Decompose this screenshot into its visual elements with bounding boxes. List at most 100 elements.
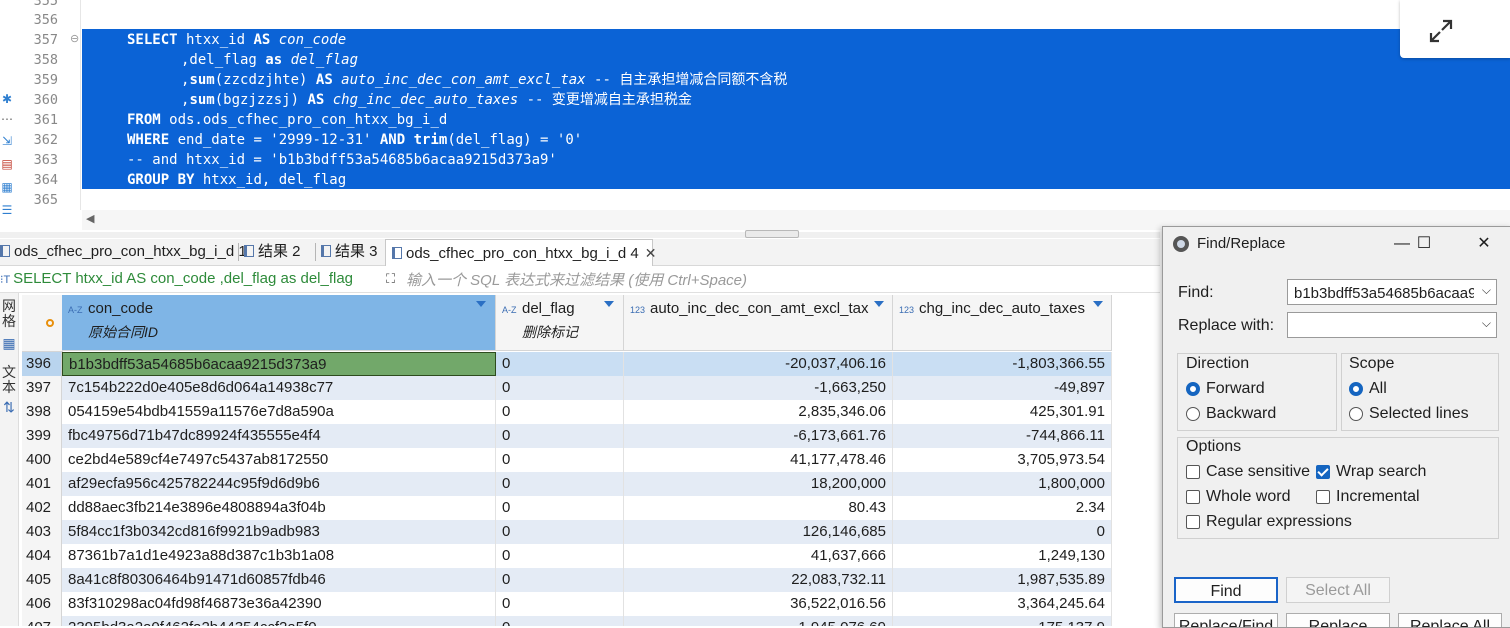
record-icon[interactable]: ⇅	[1, 399, 17, 415]
cell-con-code[interactable]: af29ecfa956c425782244c95f9d6d9b6	[62, 472, 496, 496]
filter-input[interactable]	[404, 268, 1148, 292]
outline-icon[interactable]: ☰	[0, 203, 14, 217]
cell-amount[interactable]: -20,037,406.16	[624, 352, 893, 376]
backward-radio[interactable]	[1186, 407, 1200, 421]
row-number-header[interactable]	[22, 295, 63, 352]
cell-amount[interactable]: 41,637,666	[624, 544, 893, 568]
code-line[interactable]: FROM ods.ods_cfhec_pro_con_htxx_bg_i_d	[127, 110, 447, 130]
column-header-chg-inc-dec-auto-taxes[interactable]: 123 chg_inc_dec_auto_taxes	[893, 295, 1112, 351]
minimize-icon[interactable]: —	[1391, 233, 1413, 255]
row-number[interactable]: 399	[22, 424, 62, 448]
scope-all-radio[interactable]	[1349, 382, 1363, 396]
row-number[interactable]: 397	[22, 376, 62, 400]
find-input[interactable]	[1292, 282, 1476, 304]
table-row[interactable]: 403 5f84cc1f3b0342cd816f9921b9adb983 0 126,…	[22, 520, 1112, 544]
table-row[interactable]: 399 fbc49756d71b47dc89924f435555e4f4 0 -6,1…	[22, 424, 1112, 448]
cell-amount[interactable]: 36,522,016.56	[624, 592, 893, 616]
sort-icon[interactable]	[1093, 301, 1103, 307]
whole-word-label[interactable]: Whole word	[1206, 488, 1290, 506]
scroll-left-icon[interactable]: ◀	[86, 212, 94, 225]
backward-label[interactable]: Backward	[1206, 405, 1276, 423]
dialog-titlebar[interactable]: Find/Replace — ☐ ✕	[1163, 227, 1510, 261]
code-line[interactable]: ,del_flag as del_flag	[181, 50, 358, 70]
table-row[interactable]: 4072395bd3a2a0f462fa2b44354ccf2a5f001,94…	[22, 616, 1112, 626]
sort-icon[interactable]	[874, 301, 884, 307]
settings-icon[interactable]: ✱	[0, 92, 14, 106]
cell-amount[interactable]: 80.43	[624, 496, 893, 520]
cell-taxes[interactable]: -744,866.11	[893, 424, 1112, 448]
maximize-icon[interactable]: ☐	[1413, 233, 1435, 255]
row-number[interactable]: 401	[22, 472, 62, 496]
fold-toggle-icon[interactable]: ⊖	[70, 32, 80, 45]
row-number[interactable]: 402	[22, 496, 62, 520]
incremental-checkbox[interactable]	[1316, 490, 1330, 504]
regex-label[interactable]: Regular expressions	[1206, 513, 1352, 531]
grid-icon[interactable]: ▦	[1, 335, 17, 351]
code-line[interactable]: ,sum(bgzjzzsj) AS chg_inc_dec_auto_taxes…	[181, 90, 692, 110]
table-row[interactable]: 402 dd88aec3fb214e3896e4808894a3f04b 0 80.4…	[22, 496, 1112, 520]
sort-icon[interactable]	[476, 301, 486, 307]
row-number[interactable]: 396	[22, 352, 62, 376]
cell-del-flag[interactable]: 0	[496, 568, 624, 592]
cell-amount[interactable]: 22,083,732.11	[624, 568, 893, 592]
tab-result-4[interactable]: ods_cfhec_pro_con_htxx_bg_i_d 4 ✕	[385, 239, 656, 266]
code-line[interactable]: SELECT htxx_id AS con_code	[127, 30, 346, 50]
sql-editor[interactable]: ✱ ⋯ ⇲ ▤ ▦ ☰ ⊖ 355 356 357 358 359 360 36…	[0, 0, 1510, 232]
whole-word-checkbox[interactable]	[1186, 490, 1200, 504]
cell-con-code[interactable]: 054159e54bdb41559a11576e7d8a590a	[62, 400, 496, 424]
chevron-down-icon[interactable]: ⌵	[1482, 283, 1491, 298]
text-view-tab[interactable]: 文本	[1, 365, 17, 395]
tab-result-1[interactable]: ods_cfhec_pro_con_htxx_bg_i_d 1	[0, 239, 247, 265]
forward-label[interactable]: Forward	[1206, 380, 1265, 398]
chevron-down-icon[interactable]: ⌵	[1482, 316, 1491, 331]
table-row[interactable]: 406 83f310298ac04fd98f46873e36a42390 0 36,5…	[22, 592, 1112, 616]
row-number[interactable]: 407	[22, 616, 62, 626]
cell-del-flag[interactable]: 0	[496, 592, 624, 616]
table-row[interactable]: 405 8a41c8f80306464b91471d60857fdb46 0 22,0…	[22, 568, 1112, 592]
cell-taxes[interactable]: -49,897	[893, 376, 1112, 400]
cell-amount[interactable]: -6,173,661.76	[624, 424, 893, 448]
scope-selected-lines-label[interactable]: Selected lines	[1369, 405, 1469, 423]
document-icon[interactable]: ▦	[0, 180, 14, 194]
cell-con-code[interactable]: 2395bd3a2a0f462fa2b44354ccf2a5f0	[62, 616, 496, 626]
cell-taxes[interactable]: 425,301.91	[893, 400, 1112, 424]
cell-del-flag[interactable]: 0	[496, 520, 624, 544]
cell-taxes[interactable]: 1,800,000	[893, 472, 1112, 496]
cell-taxes[interactable]: 175,137.9	[893, 616, 1112, 626]
column-header-auto-inc-dec-con-amt-excl-tax[interactable]: 123 auto_inc_dec_con_amt_excl_tax	[624, 295, 893, 351]
column-header-del-flag[interactable]: A-Z del_flag 删除标记	[496, 295, 624, 351]
row-number[interactable]: 405	[22, 568, 62, 592]
export-icon[interactable]: ⇲	[0, 134, 14, 148]
table-row[interactable]: 404 87361b7a1d1e4923a88d387c1b3b1a08 0 41,6…	[22, 544, 1112, 568]
tab-result-2[interactable]: 结果 2	[244, 239, 312, 265]
cell-con-code[interactable]: dd88aec3fb214e3896e4808894a3f04b	[62, 496, 496, 520]
table-row[interactable]: 396 b1b3bdff53a54685b6acaa9215d373a9 0 -20,…	[22, 352, 1112, 376]
replace-input[interactable]	[1292, 315, 1476, 337]
code-line[interactable]: ,sum(zzcdzjhte) AS auto_inc_dec_con_amt_…	[181, 70, 787, 90]
cell-taxes[interactable]: 2.34	[893, 496, 1112, 520]
row-number[interactable]: 400	[22, 448, 62, 472]
row-number[interactable]: 406	[22, 592, 62, 616]
cell-con-code[interactable]: 8a41c8f80306464b91471d60857fdb46	[62, 568, 496, 592]
cell-amount[interactable]: 1,945,076.69	[624, 616, 893, 626]
cell-con-code[interactable]: 5f84cc1f3b0342cd816f9921b9adb983	[62, 520, 496, 544]
cell-del-flag[interactable]: 0	[496, 496, 624, 520]
case-sensitive-checkbox[interactable]	[1186, 465, 1200, 479]
code-line[interactable]: GROUP BY htxx_id, del_flag	[127, 170, 346, 190]
more-icon[interactable]: ⋯	[0, 112, 14, 126]
cell-del-flag[interactable]: 0	[496, 424, 624, 448]
cell-taxes[interactable]: 1,987,535.89	[893, 568, 1112, 592]
table-row[interactable]: 397 7c154b222d0e405e8d6d064a14938c77 0 -1,6…	[22, 376, 1112, 400]
cell-del-flag[interactable]: 0	[496, 472, 624, 496]
cell-con-code[interactable]: 87361b7a1d1e4923a88d387c1b3b1a08	[62, 544, 496, 568]
cell-taxes[interactable]: 3,705,973.54	[893, 448, 1112, 472]
row-number[interactable]: 403	[22, 520, 62, 544]
code-line[interactable]: -- and htxx_id = 'b1b3bdff53a54685b6acaa…	[127, 150, 557, 170]
cell-con-code[interactable]: 83f310298ac04fd98f46873e36a42390	[62, 592, 496, 616]
file-icon[interactable]: ▤	[0, 157, 14, 171]
wrap-search-checkbox[interactable]	[1316, 465, 1330, 479]
row-number[interactable]: 404	[22, 544, 62, 568]
close-icon[interactable]: ✕	[1473, 233, 1495, 255]
panel-splitter[interactable]	[0, 230, 1160, 238]
cell-con-code[interactable]: b1b3bdff53a54685b6acaa9215d373a9	[62, 352, 496, 376]
